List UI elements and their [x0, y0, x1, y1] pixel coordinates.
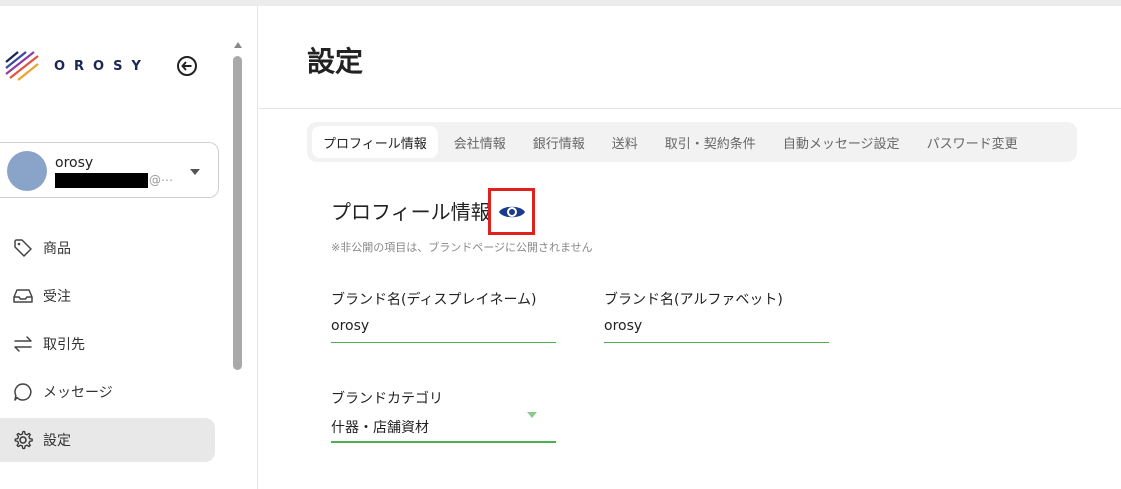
- brand-category-field[interactable]: ブランドカテゴリ 什器・店舗資材: [331, 388, 556, 443]
- redacted-email: [55, 172, 148, 188]
- orosy-logo[interactable]: OROSY: [4, 50, 150, 82]
- sidebar-item-label: メッセージ: [43, 385, 113, 401]
- tab-bank[interactable]: 銀行情報: [522, 126, 596, 158]
- swap-icon: [12, 333, 34, 355]
- scrollbar-thumb[interactable]: [233, 56, 242, 370]
- field-underline: [331, 441, 556, 443]
- sidebar-item-partners[interactable]: 取引先: [0, 322, 215, 366]
- logo-wordmark: OROSY: [54, 58, 150, 74]
- tab-terms[interactable]: 取引・契約条件: [654, 126, 767, 158]
- sidebar-scrollbar[interactable]: [232, 42, 243, 489]
- avatar: [7, 151, 47, 191]
- field-label: ブランドカテゴリ: [331, 391, 443, 407]
- sidebar: OROSY orosy @⋯ 商品 受注 取引先 メッセージ 設定: [0, 6, 258, 489]
- sidebar-item-orders[interactable]: 受注: [0, 274, 215, 318]
- sidebar-nav: 商品 受注 取引先 メッセージ 設定: [0, 226, 230, 466]
- tab-profile[interactable]: プロフィール情報: [312, 126, 438, 158]
- orosy-logo-icon: [5, 51, 39, 81]
- eye-icon: [498, 206, 525, 217]
- tab-shipping[interactable]: 送料: [601, 126, 649, 158]
- brand-category-select[interactable]: 什器・店舗資材: [331, 417, 556, 437]
- field-label: ブランド名(ディスプレイネーム): [331, 292, 537, 308]
- main-content: 設定 プロフィール情報 会社情報 銀行情報 送料 取引・契約条件 自動メッセージ…: [259, 6, 1121, 489]
- chevron-down-icon: [190, 169, 200, 175]
- privacy-note: ※非公開の項目は、ブランドページに公開されません: [331, 241, 593, 254]
- sidebar-item-label: 設定: [43, 433, 71, 449]
- tab-auto-message[interactable]: 自動メッセージ設定: [772, 126, 911, 158]
- field-underline: [331, 342, 556, 343]
- tab-company[interactable]: 会社情報: [443, 126, 517, 158]
- chevron-down-icon: [527, 412, 537, 418]
- arrow-left-circle-icon: [177, 56, 197, 76]
- collapse-sidebar-button[interactable]: [176, 55, 198, 77]
- brand-name-display-input[interactable]: orosy: [331, 318, 556, 338]
- inbox-icon: [12, 285, 34, 307]
- sidebar-item-settings[interactable]: 設定: [0, 418, 215, 462]
- settings-tabs: プロフィール情報 会社情報 銀行情報 送料 取引・契約条件 自動メッセージ設定 …: [307, 122, 1077, 162]
- account-email-suffix: @⋯: [149, 173, 173, 187]
- brand-name-alpha-input[interactable]: orosy: [604, 318, 829, 338]
- page-title: 設定: [307, 45, 364, 78]
- account-switcher[interactable]: orosy @⋯: [0, 142, 219, 198]
- brand-name-alpha-field[interactable]: ブランド名(アルファベット) orosy: [604, 289, 829, 343]
- sidebar-item-label: 受注: [43, 289, 71, 305]
- sidebar-item-messages[interactable]: メッセージ: [0, 370, 215, 414]
- account-name: orosy: [55, 154, 94, 171]
- visibility-toggle-button[interactable]: [488, 188, 535, 235]
- sidebar-item-label: 商品: [43, 241, 71, 257]
- gear-icon: [12, 429, 34, 451]
- scroll-up-arrow-icon[interactable]: [234, 42, 242, 48]
- chat-icon: [12, 381, 34, 403]
- field-label: ブランド名(アルファベット): [604, 292, 783, 308]
- sidebar-item-label: 取引先: [43, 337, 85, 353]
- header-divider: [259, 108, 1121, 109]
- tag-icon: [12, 237, 34, 259]
- field-underline: [604, 342, 829, 343]
- sidebar-item-products[interactable]: 商品: [0, 226, 215, 270]
- brand-name-display-field[interactable]: ブランド名(ディスプレイネーム) orosy: [331, 289, 556, 343]
- section-title: プロフィール情報: [331, 200, 491, 224]
- tab-password[interactable]: パスワード変更: [916, 126, 1029, 158]
